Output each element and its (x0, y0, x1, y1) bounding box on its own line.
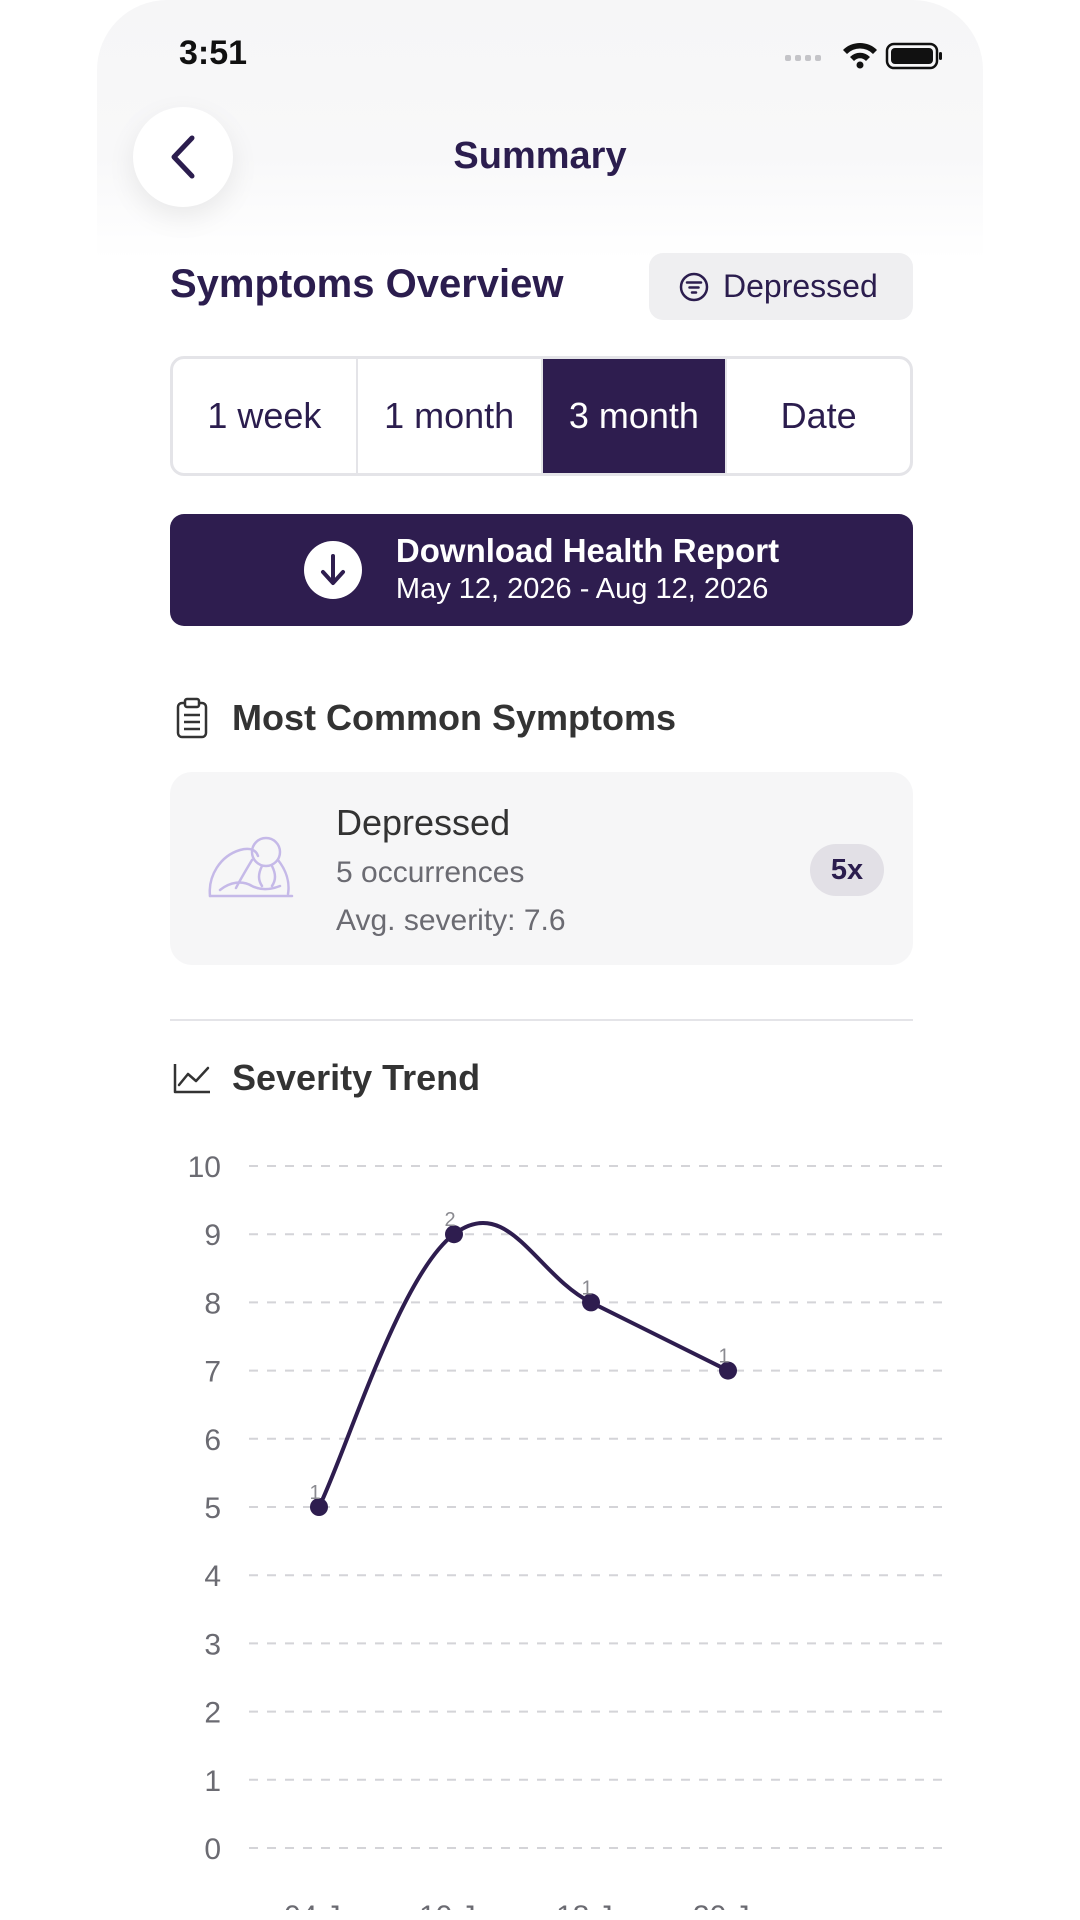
occurrence-count-badge: 5x (810, 844, 884, 896)
symptom-filter-chip[interactable]: Depressed (649, 253, 913, 320)
severity-trend-heading: Severity Trend (170, 1057, 480, 1099)
data-point-label: 1 (718, 1346, 729, 1368)
x-tick-label: 04 Jun (284, 1900, 374, 1910)
download-date-range: May 12, 2026 - Aug 12, 2026 (395, 573, 769, 605)
cellular-signal-icon (785, 55, 821, 61)
x-tick-label: 10 Jun (419, 1900, 509, 1910)
range-1-month[interactable]: 1 month (358, 359, 543, 473)
y-tick-label: 2 (204, 1697, 221, 1730)
y-tick-label: 1 (204, 1765, 221, 1798)
y-tick-label: 5 (204, 1492, 221, 1525)
data-point-label: 1 (581, 1277, 592, 1299)
symptom-occurrences: 5 occurrences (336, 856, 525, 889)
phone-screen: 3:51 Summary Symptoms Overview Depressed… (97, 0, 983, 1920)
range-1-week[interactable]: 1 week (173, 359, 358, 473)
data-point-label: 1 (309, 1482, 320, 1504)
series-line (317, 1220, 730, 1509)
symptom-card[interactable]: Depressed 5 occurrences Avg. severity: 7… (170, 772, 913, 965)
range-selector: 1 week 1 month 3 month Date (170, 356, 913, 476)
range-date[interactable]: Date (727, 359, 910, 473)
most-common-symptoms-heading: Most Common Symptoms (170, 697, 676, 739)
filter-icon (679, 272, 709, 302)
y-tick-label: 3 (204, 1628, 221, 1661)
symptom-avg-severity: Avg. severity: 7.6 (336, 904, 566, 937)
most-common-symptoms-label: Most Common Symptoms (232, 697, 677, 738)
y-tick-label: 8 (204, 1287, 221, 1320)
severity-trend-label: Severity Trend (232, 1057, 481, 1098)
symptom-name: Depressed (336, 802, 511, 843)
section-divider (170, 1019, 913, 1021)
wifi-icon (843, 42, 877, 69)
page-title: Summary (453, 135, 627, 177)
y-tick-label: 10 (188, 1151, 221, 1184)
y-tick-label: 4 (204, 1560, 221, 1593)
y-tick-label: 7 (204, 1356, 221, 1389)
depressed-figure-icon (208, 836, 294, 898)
battery-icon (885, 42, 942, 70)
status-time: 3:51 (179, 34, 248, 72)
x-tick-label: 18 Jun (556, 1900, 646, 1910)
symptoms-overview-title: Symptoms Overview (170, 262, 564, 306)
x-tick-label: 30 Jun (693, 1900, 783, 1910)
y-tick-label: 9 (204, 1219, 221, 1252)
y-tick-label: 6 (204, 1424, 221, 1457)
range-3-month[interactable]: 3 month (542, 359, 728, 473)
y-tick-label: 0 (204, 1833, 221, 1866)
trend-chart-icon (170, 1061, 214, 1095)
download-icon (303, 541, 362, 599)
download-report-button[interactable]: Download Health Report May 12, 2026 - Au… (170, 514, 913, 626)
status-icons (785, 42, 942, 70)
download-title: Download Health Report (395, 532, 780, 569)
severity-trend-chart: 0 1 2 3 4 5 6 7 8 9 10 04 Jun 10 Jun 18 Jun 30 Jun 1 2 1 1 (188, 1151, 943, 1910)
clipboard-icon (170, 697, 214, 739)
filter-chip-label: Depressed (723, 268, 878, 304)
data-point-label: 2 (444, 1209, 455, 1231)
